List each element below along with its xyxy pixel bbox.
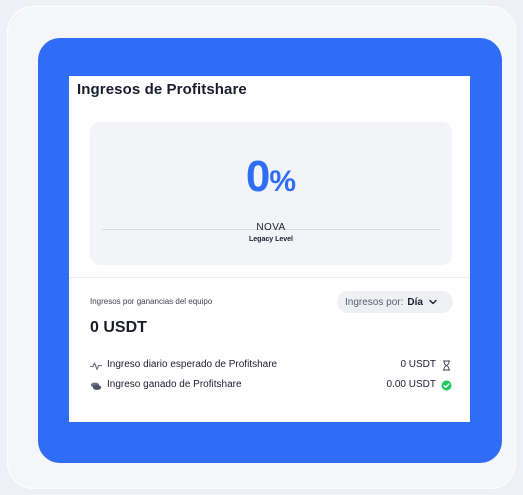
hourglass-icon <box>443 360 450 371</box>
profitshare-card: Ingresos de Profitshare 0% NOVA Legacy L… <box>69 76 470 422</box>
percent-value: 0 <box>245 152 271 201</box>
chevron-down-icon <box>429 299 437 305</box>
check-circle-icon <box>441 380 452 391</box>
team-earnings-label: Ingresos por ganancias del equipo <box>90 297 213 306</box>
expected-daily-income-label: Ingreso diario esperado de Profitshare <box>107 359 278 370</box>
level-label: Legacy Level <box>249 236 293 243</box>
period-value: Día <box>407 296 423 308</box>
activity-icon <box>90 362 102 371</box>
level-panel: 0% NOVA Legacy Level <box>90 122 452 265</box>
team-earnings-total: 0 USDT <box>90 319 147 336</box>
percent-sign: % <box>269 165 297 198</box>
earned-income-value: 0.00 USDT <box>386 379 436 390</box>
period-dropdown[interactable]: Ingresos por: Día <box>337 291 453 313</box>
profitshare-percent: 0% <box>90 152 452 202</box>
coins-icon <box>90 382 102 390</box>
level-name: NOVA <box>256 222 286 233</box>
earned-income-label: Ingreso ganado de Profitshare <box>107 379 242 390</box>
period-label: Ingresos por: <box>345 296 404 308</box>
expected-daily-income-row: Ingreso diario esperado de Profitshare 0… <box>90 359 452 373</box>
earned-income-row: Ingreso ganado de Profitshare 0.00 USDT <box>90 379 452 393</box>
expected-daily-income-value: 0 USDT <box>400 359 436 370</box>
card-title: Ingresos de Profitshare <box>77 81 247 98</box>
section-divider <box>69 277 470 278</box>
